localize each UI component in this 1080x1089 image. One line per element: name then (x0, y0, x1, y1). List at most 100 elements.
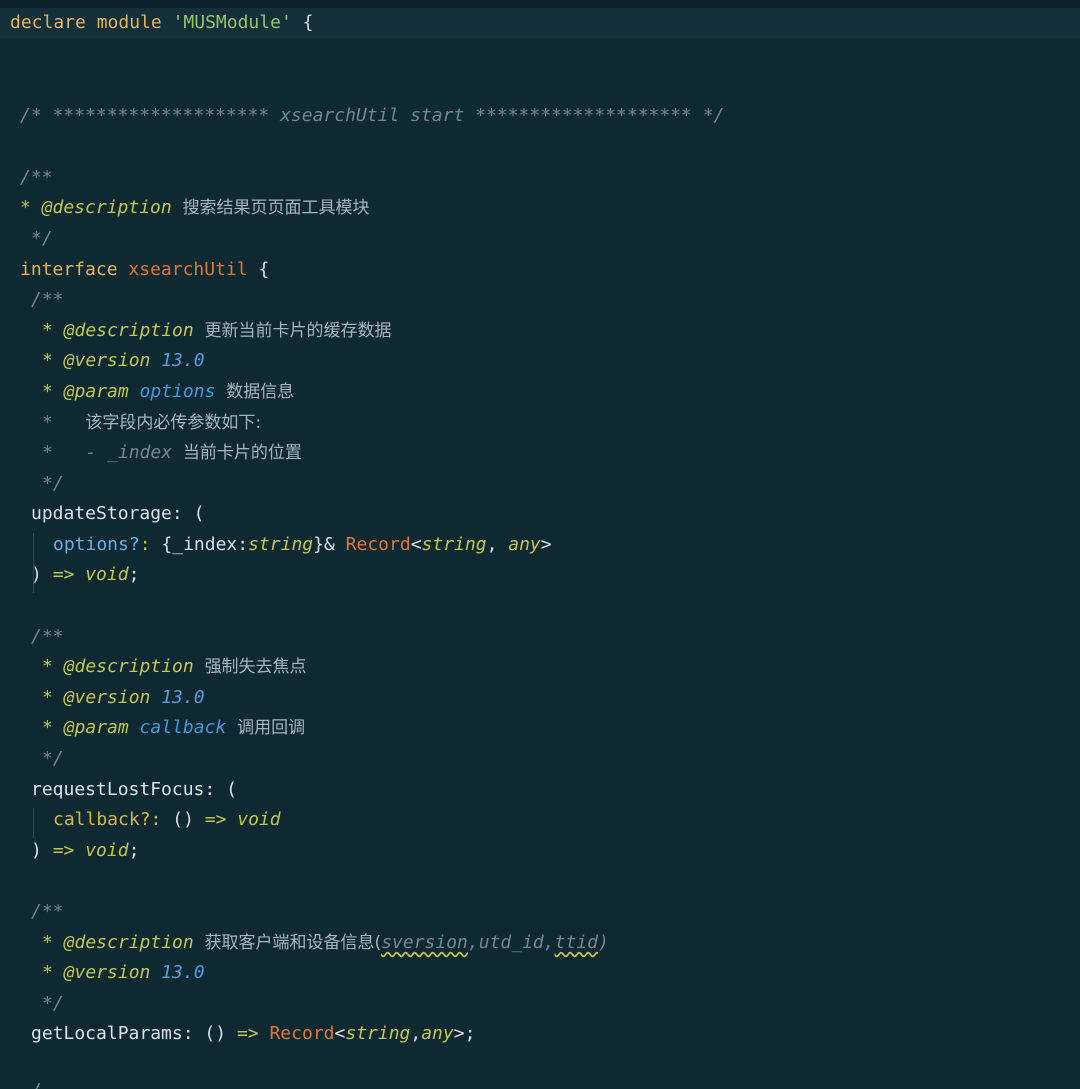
version-number: 13.0 (161, 962, 205, 983)
type-record: Record (269, 1023, 335, 1044)
doc-sversion-word: sversion (381, 932, 468, 953)
code-line-partial[interactable]: / (31, 1076, 42, 1089)
code-line-doc-param-2[interactable]: * @param options 数据信息 (42, 377, 294, 407)
code-line-doc-close-1[interactable]: */ (31, 224, 53, 254)
brace-open: { (302, 12, 314, 33)
code-line-doc-version-2[interactable]: * @version 13.0 (42, 346, 205, 376)
code-line-doc-version-4[interactable]: * @version 13.0 (42, 958, 205, 988)
angle-close-semicolon: >; (453, 1023, 476, 1044)
doc-tag-version: * @version (42, 687, 151, 708)
indent-guide (33, 808, 34, 838)
doc-mid-text: ,utd_id, (467, 932, 555, 953)
type-string: string (345, 1023, 411, 1044)
banner-comment: /* ******************** xsearchUtil star… (20, 105, 725, 126)
doc-comment-open: /** (31, 901, 64, 922)
colon: : (139, 534, 151, 555)
doc-tag-param: * @param (42, 381, 129, 402)
keyword-interface: interface (20, 259, 118, 280)
doc-paren-close: ) (597, 932, 609, 953)
code-editor[interactable]: declare module 'MUSModule' { /* ********… (0, 0, 1080, 1089)
doc-tag-description: * @description (42, 932, 194, 953)
colon: : (150, 809, 162, 830)
interface-name: xsearchUtil (128, 259, 248, 280)
code-line-doc-description-2[interactable]: * @description 更新当前卡片的缓存数据 (42, 316, 392, 346)
code-line-doc-open-4[interactable]: /** (31, 897, 64, 927)
object-type-close: }& (313, 534, 335, 555)
parens: () (204, 1023, 227, 1044)
colon-paren: : ( (171, 503, 205, 524)
type-any: any (508, 534, 541, 555)
code-line-doc-close-2[interactable]: */ (42, 469, 64, 499)
keyword-module: module (96, 12, 162, 33)
doc-note-text: 该字段内必传参数如下: (85, 413, 262, 433)
type-void: void (85, 840, 129, 861)
code-line-doc-description-4[interactable]: * @description 获取客户端和设备信息(sversion,utd_i… (42, 928, 609, 958)
param-description: 调用回调 (237, 718, 306, 738)
colon: : (182, 1023, 194, 1044)
doc-tag-description: * @description (42, 320, 194, 341)
code-line-get-local-params[interactable]: getLocalParams: () => Record<string,any>… (31, 1019, 475, 1049)
keyword-declare: declare (10, 12, 86, 33)
code-line-options-param[interactable]: options?: {_index:string}& Record<string… (53, 530, 552, 560)
angle-open: < (334, 1023, 346, 1044)
code-line-doc-close-4[interactable]: */ (42, 989, 64, 1019)
arrow: => (52, 840, 75, 861)
angle-open: < (410, 534, 422, 555)
type-void: void (85, 564, 129, 585)
code-line-doc-note-2[interactable]: * 该字段内必传参数如下: (42, 408, 261, 438)
code-line-request-lost-focus[interactable]: requestLostFocus: ( (31, 775, 237, 805)
param-optional-name: options? (53, 534, 140, 555)
type-string: string (421, 534, 487, 555)
param-name: callback (139, 717, 227, 738)
code-line-doc-open-3[interactable]: /** (31, 622, 64, 652)
doc-index-text: 当前卡片的位置 (182, 443, 302, 463)
angle-close: > (540, 534, 552, 555)
doc-description-text: 获取客户端和设备信息( (204, 933, 382, 953)
version-number: 13.0 (161, 350, 205, 371)
code-line-banner-comment[interactable]: /* ******************** xsearchUtil star… (20, 101, 724, 131)
doc-comment-close: */ (42, 993, 64, 1014)
type-void: void (237, 809, 281, 830)
code-line-doc-description-3[interactable]: * @description 强制失去焦点 (42, 652, 307, 682)
code-line-doc-description-1[interactable]: * @description 搜索结果页页面工具模块 (20, 193, 370, 223)
code-line-update-storage-return[interactable]: ) => void; (31, 560, 139, 590)
doc-tag-description: * @description (42, 656, 194, 677)
paren-close: ) (31, 840, 42, 861)
semicolon: ; (128, 840, 140, 861)
doc-ttid-word: ttid (554, 932, 598, 953)
code-line-doc-open-1[interactable]: /** (20, 163, 53, 193)
doc-index-code: - _index (85, 442, 173, 463)
doc-description-text: 更新当前卡片的缓存数据 (204, 321, 392, 341)
doc-description-text: 强制失去焦点 (204, 657, 307, 677)
code-line-doc-index-2[interactable]: * - _index 当前卡片的位置 (42, 438, 302, 468)
code-line-declare-module[interactable]: declare module 'MUSModule' { (0, 8, 1080, 38)
doc-star: * (42, 442, 53, 463)
code-line-callback-param[interactable]: callback?: () => void (53, 805, 281, 835)
doc-star: * (42, 412, 53, 433)
doc-comment-close: */ (31, 228, 53, 249)
doc-tag-param: * @param (42, 717, 129, 738)
code-line-doc-param-3[interactable]: * @param callback 调用回调 (42, 713, 305, 743)
brace-open: { (258, 259, 270, 280)
code-line-doc-version-3[interactable]: * @version 13.0 (42, 683, 205, 713)
code-line-update-storage[interactable]: updateStorage: ( (31, 499, 204, 529)
doc-comment-close: */ (42, 473, 64, 494)
arrow: => (52, 564, 75, 585)
arrow: => (236, 1023, 259, 1044)
colon-paren: : ( (204, 779, 237, 800)
doc-comment-open: /** (31, 289, 64, 310)
comma: , (486, 534, 498, 555)
method-name: updateStorage (31, 503, 172, 524)
code-line-doc-close-3[interactable]: */ (42, 744, 64, 774)
param-description: 数据信息 (226, 382, 295, 402)
partial-comment: / (31, 1080, 42, 1089)
doc-comment-open: /** (31, 626, 64, 647)
semicolon: ; (128, 564, 140, 585)
module-name-string: 'MUSModule' (172, 12, 292, 33)
code-line-interface[interactable]: interface xsearchUtil { (20, 255, 269, 285)
doc-tag-version: * @version (42, 350, 151, 371)
code-line-request-lost-focus-return[interactable]: ) => void; (31, 836, 139, 866)
code-line-doc-open-2[interactable]: /** (31, 285, 64, 315)
param-name: options (139, 381, 216, 402)
doc-tag-version: * @version (42, 962, 151, 983)
